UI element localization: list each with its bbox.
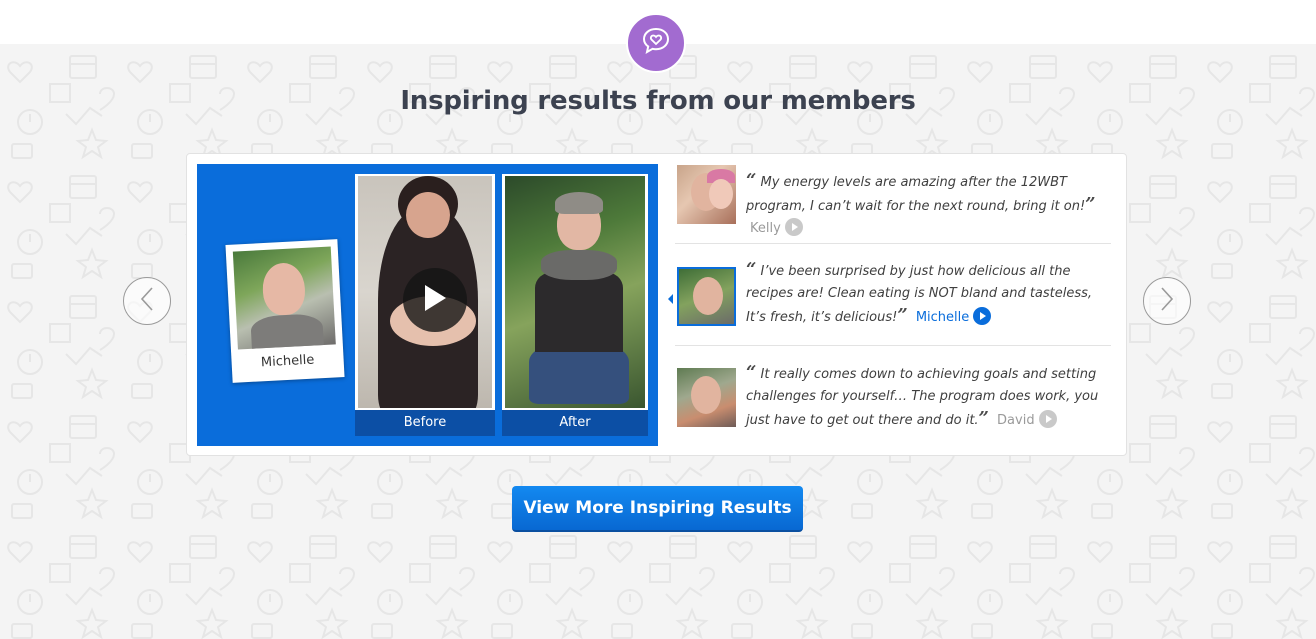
testimonial-author[interactable]: David bbox=[997, 413, 1035, 428]
chevron-left-icon bbox=[139, 286, 155, 316]
before-label: Before bbox=[355, 410, 495, 436]
kelly-thumbnail[interactable] bbox=[677, 165, 736, 224]
testimonial-video[interactable]: Michelle Before After bbox=[197, 164, 658, 446]
david-thumbnail[interactable] bbox=[677, 368, 736, 427]
active-pointer bbox=[668, 294, 673, 304]
play-icon[interactable] bbox=[973, 307, 992, 325]
testimonial-item[interactable]: “ My energy levels are amazing after the… bbox=[675, 164, 1111, 244]
heart-speech-bubble-icon bbox=[641, 26, 671, 60]
carousel-prev-button[interactable] bbox=[123, 277, 171, 325]
testimonial-author[interactable]: Kelly bbox=[750, 221, 781, 236]
testimonial-quote: “ I’ve been surprised by just how delici… bbox=[746, 259, 1093, 326]
play-icon[interactable] bbox=[1038, 410, 1057, 428]
quote-text: My energy levels are amazing after the 1… bbox=[746, 175, 1086, 214]
chevron-right-icon bbox=[1159, 286, 1175, 316]
play-icon[interactable] bbox=[784, 218, 803, 236]
member-portrait bbox=[232, 246, 336, 350]
play-icon bbox=[422, 283, 448, 317]
testimonial-author[interactable]: Michelle bbox=[916, 310, 969, 325]
section-heading: Inspiring results from our members bbox=[400, 86, 916, 116]
michelle-thumbnail[interactable] bbox=[677, 267, 736, 326]
view-more-results-button[interactable]: View More Inspiring Results bbox=[512, 486, 803, 532]
results-card: Michelle Before After “ My energy levels… bbox=[186, 153, 1127, 456]
testimonial-quote: “ My energy levels are amazing after the… bbox=[746, 170, 1096, 236]
carousel-next-button[interactable] bbox=[1143, 277, 1191, 325]
testimonial-quote: “ It really comes down to achieving goal… bbox=[746, 362, 1099, 429]
testimonial-item[interactable]: “ It really comes down to achieving goal… bbox=[675, 347, 1111, 455]
after-label: After bbox=[502, 410, 648, 436]
polaroid-name: Michelle bbox=[260, 352, 315, 371]
section-badge bbox=[626, 13, 686, 73]
testimonial-list: “ My energy levels are amazing after the… bbox=[668, 154, 1111, 455]
after-photo: After bbox=[502, 174, 648, 436]
member-polaroid: Michelle bbox=[225, 239, 345, 383]
testimonial-item[interactable]: “ I’ve been surprised by just how delici… bbox=[668, 245, 1111, 346]
video-play-button[interactable] bbox=[403, 268, 467, 332]
